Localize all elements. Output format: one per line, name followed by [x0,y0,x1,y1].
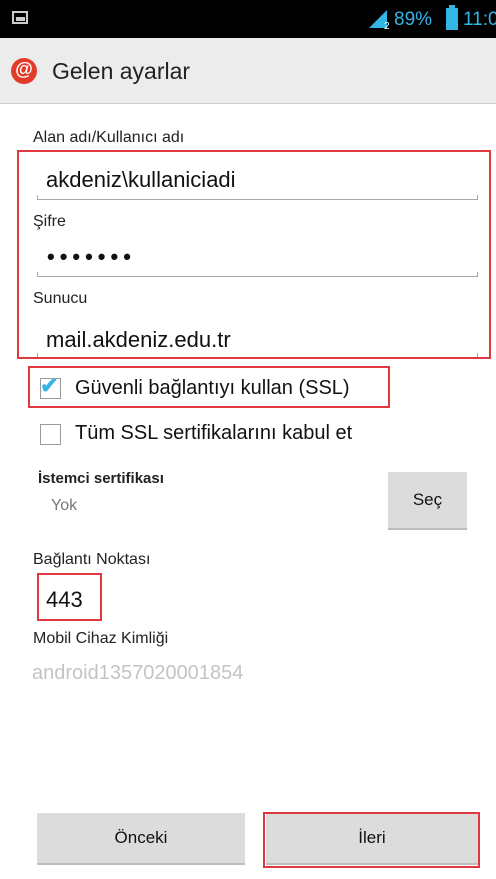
device-id-value: android1357020001854 [32,662,244,684]
fields-highlight-box [17,150,491,359]
battery-percent: 89% [394,9,433,30]
signal-icon: 2 [369,10,390,30]
action-bar: Gelen ayarlar [0,38,496,104]
choose-cert-button[interactable]: Seç [388,472,467,530]
svg-text:2: 2 [384,21,390,30]
ssl-highlight-box [28,366,390,408]
client-cert-label: İstemci sertifikası [38,470,164,487]
status-bar: 2 89% 11:08 [0,0,496,38]
battery-icon [446,5,458,30]
next-highlight-box [263,812,480,868]
client-cert-value: Yok [51,497,78,514]
port-label: Bağlantı Noktası [33,551,151,568]
image-notification-icon [12,11,28,24]
clock: 11:08 [463,9,496,30]
page-title: Gelen ayarlar [52,58,191,84]
accept-all-certs-label[interactable]: Tüm SSL sertifikalarını kabul et [75,422,352,445]
port-highlight-box [37,573,102,621]
device-id-label: Mobil Cihaz Kimliği [33,630,169,647]
username-label: Alan adı/Kullanıcı adı [33,129,185,146]
email-app-icon[interactable] [11,58,37,84]
previous-button[interactable]: Önceki [37,813,245,865]
accept-all-certs-checkbox[interactable] [40,424,61,445]
